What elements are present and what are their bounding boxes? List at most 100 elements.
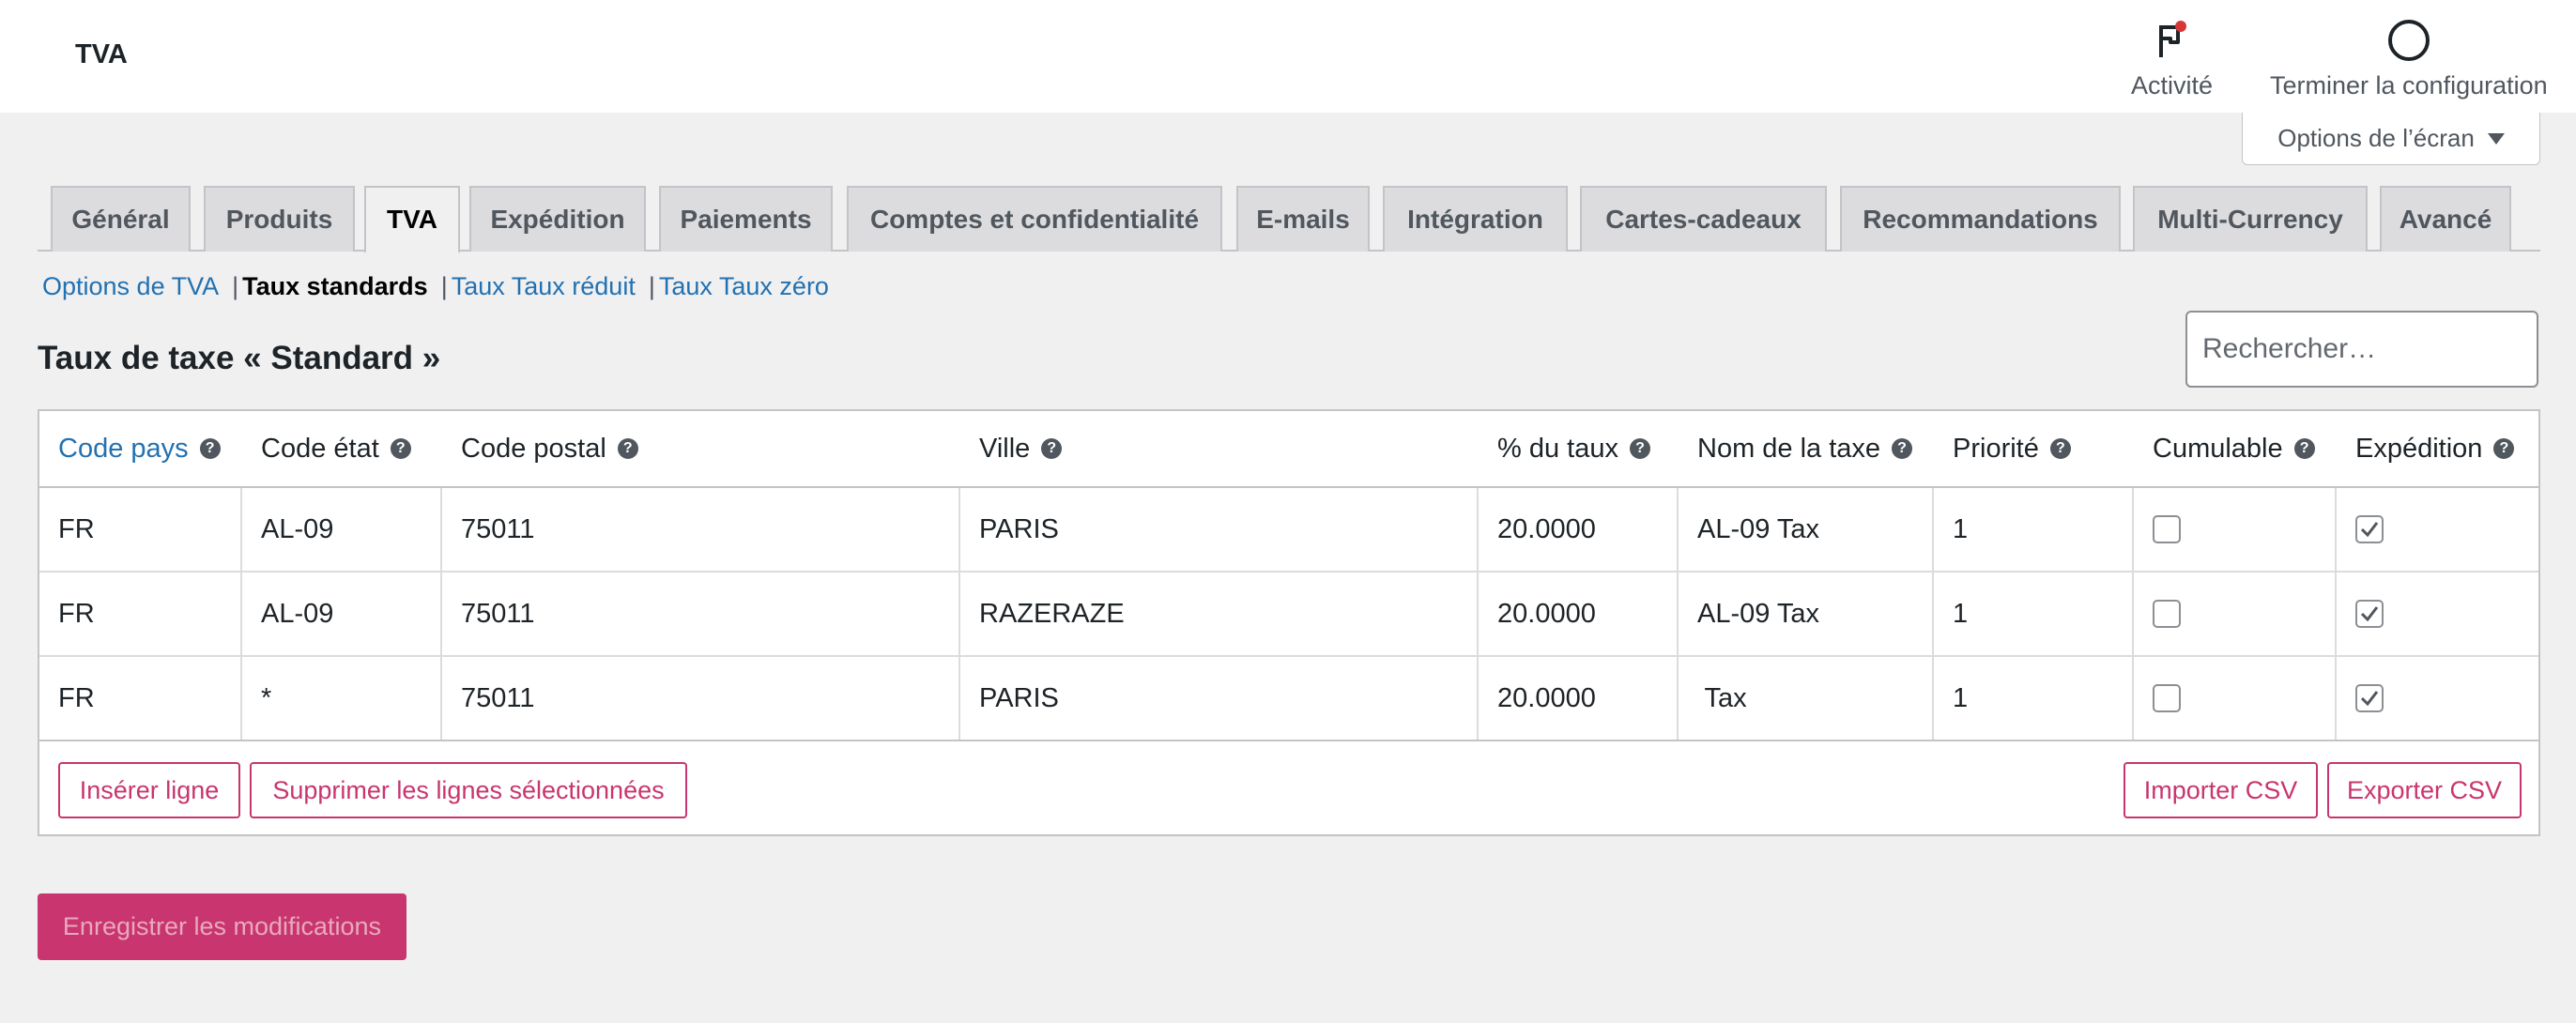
checkmark-icon — [2360, 691, 2379, 707]
page-title: TVA — [75, 39, 128, 69]
shipping-checkbox[interactable] — [2355, 684, 2384, 712]
cell-compound — [2134, 657, 2337, 740]
tab-products[interactable]: Produits — [204, 186, 355, 252]
header-tax-name: Nom de la taxe? — [1679, 411, 1934, 486]
table-actions: Insérer ligne Supprimer les lignes sélec… — [39, 741, 2538, 835]
subnav-zero-rates[interactable]: Taux Taux zéro — [659, 272, 829, 301]
help-icon[interactable]: ? — [2049, 438, 2071, 459]
cell-postcode[interactable]: 75011 — [442, 488, 960, 571]
tab-tax[interactable]: TVA — [364, 186, 460, 253]
cell-rate[interactable]: 20.0000 — [1479, 573, 1679, 655]
shipping-checkbox[interactable] — [2355, 515, 2384, 543]
header-postcode: Code postal? — [442, 411, 960, 486]
header-priority: Priorité? — [1934, 411, 2134, 486]
subnav-reduced-rates[interactable]: Taux Taux réduit — [452, 272, 636, 301]
finish-setup-button[interactable]: Terminer la configuration — [2270, 17, 2548, 100]
import-csv-button[interactable]: Importer CSV — [2124, 762, 2318, 818]
cell-shipping — [2337, 657, 2538, 740]
help-icon[interactable]: ? — [1629, 438, 1650, 459]
header-label: Code pays — [58, 433, 189, 464]
tab-payments[interactable]: Paiements — [659, 186, 833, 252]
header-compound: Cumulable? — [2134, 411, 2337, 486]
screen-options-toggle[interactable]: Options de l’écran — [2242, 113, 2540, 165]
delete-selected-rows-button[interactable]: Supprimer les lignes sélectionnées — [250, 762, 687, 818]
tab-advanced[interactable]: Avancé — [2380, 186, 2511, 252]
tab-emails[interactable]: E-mails — [1236, 186, 1370, 252]
tab-accounts-privacy[interactable]: Comptes et confidentialité — [847, 186, 1222, 252]
help-icon[interactable]: ? — [617, 438, 638, 459]
cell-city[interactable]: PARIS — [960, 488, 1479, 571]
checkmark-icon — [2360, 606, 2379, 622]
help-icon[interactable]: ? — [2493, 438, 2515, 459]
header-city: Ville? — [960, 411, 1479, 486]
finish-setup-label: Terminer la configuration — [2270, 71, 2548, 99]
tab-general[interactable]: Général — [51, 186, 191, 252]
cell-shipping — [2337, 573, 2538, 655]
progress-circle-icon — [2386, 17, 2431, 64]
tab-gift-cards[interactable]: Cartes-cadeaux — [1580, 186, 1827, 252]
top-header: TVA Activité Terminer la configuration — [0, 0, 2576, 113]
cell-tax-name[interactable]: Tax — [1679, 657, 1934, 740]
help-icon[interactable]: ? — [1041, 438, 1063, 459]
search-input[interactable] — [2185, 311, 2538, 388]
shipping-checkbox[interactable] — [2355, 600, 2384, 628]
cell-state[interactable]: * — [242, 657, 442, 740]
header-label: Code état — [261, 433, 379, 464]
cell-rate[interactable]: 20.0000 — [1479, 488, 1679, 571]
cell-priority[interactable]: 1 — [1934, 488, 2134, 571]
cell-rate[interactable]: 20.0000 — [1479, 657, 1679, 740]
cell-postcode[interactable]: 75011 — [442, 657, 960, 740]
compound-checkbox[interactable] — [2153, 600, 2181, 628]
activity-button[interactable]: Activité — [2131, 17, 2213, 100]
header-label: Cumulable — [2153, 433, 2283, 464]
export-csv-button[interactable]: Exporter CSV — [2327, 762, 2522, 818]
flag-icon — [2154, 17, 2191, 64]
cell-state[interactable]: AL-09 — [242, 488, 442, 571]
cell-priority[interactable]: 1 — [1934, 573, 2134, 655]
caret-down-icon — [2487, 132, 2505, 145]
settings-tabs: Général Produits TVA Expédition Paiement… — [38, 186, 2540, 253]
header-country-code[interactable]: Code pays? — [39, 411, 242, 486]
compound-checkbox[interactable] — [2153, 515, 2181, 543]
cell-state[interactable]: AL-09 — [242, 573, 442, 655]
cell-postcode[interactable]: 75011 — [442, 573, 960, 655]
subnav-separator: | — [440, 272, 448, 300]
table-row[interactable]: FR AL-09 75011 PARIS 20.0000 AL-09 Tax 1 — [39, 488, 2538, 573]
header-label: % du taux — [1497, 433, 1618, 464]
header-rate: % du taux? — [1479, 411, 1679, 486]
header-label: Ville — [979, 433, 1031, 464]
cell-country[interactable]: FR — [39, 573, 242, 655]
tax-subnav: Options de TVA | Taux standards | Taux T… — [42, 272, 829, 301]
table-row[interactable]: FR AL-09 75011 RAZERAZE 20.0000 AL-09 Ta… — [39, 573, 2538, 657]
cell-tax-name[interactable]: AL-09 Tax — [1679, 573, 1934, 655]
compound-checkbox[interactable] — [2153, 684, 2181, 712]
screen-options-label: Options de l’écran — [2277, 124, 2475, 152]
cell-country[interactable]: FR — [39, 488, 242, 571]
cell-priority[interactable]: 1 — [1934, 657, 2134, 740]
help-icon[interactable]: ? — [1892, 438, 1913, 459]
tab-integration[interactable]: Intégration — [1383, 186, 1568, 252]
cell-country[interactable]: FR — [39, 657, 242, 740]
section-title: Taux de taxe « Standard » — [38, 340, 441, 376]
tab-multi-currency[interactable]: Multi-Currency — [2133, 186, 2368, 252]
tab-shipping[interactable]: Expédition — [469, 186, 646, 252]
header-label: Nom de la taxe — [1697, 433, 1881, 464]
cell-tax-name[interactable]: AL-09 Tax — [1679, 488, 1934, 571]
checkmark-icon — [2360, 522, 2379, 538]
cell-shipping — [2337, 488, 2538, 571]
subnav-standard-rates[interactable]: Taux standards — [242, 272, 428, 301]
table-row[interactable]: FR * 75011 PARIS 20.0000 Tax 1 — [39, 657, 2538, 741]
tab-recommendations[interactable]: Recommandations — [1840, 186, 2121, 252]
subnav-tax-options[interactable]: Options de TVA — [42, 272, 219, 301]
save-changes-button[interactable]: Enregistrer les modifications — [38, 893, 406, 960]
tax-rates-table: Code pays? Code état? Code postal? Ville… — [38, 409, 2540, 836]
help-icon[interactable]: ? — [2293, 438, 2315, 459]
help-icon[interactable]: ? — [390, 438, 411, 459]
insert-row-button[interactable]: Insérer ligne — [58, 762, 240, 818]
header-label: Code postal — [461, 433, 606, 464]
cell-city[interactable]: PARIS — [960, 657, 1479, 740]
header-label: Priorité — [1953, 433, 2039, 464]
cell-city[interactable]: RAZERAZE — [960, 573, 1479, 655]
help-icon[interactable]: ? — [199, 438, 221, 459]
cell-compound — [2134, 573, 2337, 655]
